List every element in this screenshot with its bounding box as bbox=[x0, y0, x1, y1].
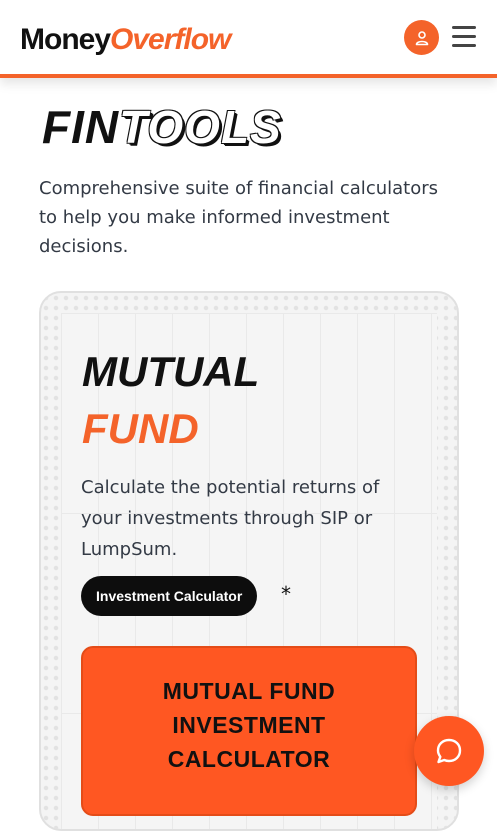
logo-part-money: Money bbox=[20, 23, 111, 56]
hamburger-menu-icon bbox=[452, 26, 476, 29]
page-title: FINTOOLS bbox=[42, 100, 282, 154]
logo-part-overflow: Overflow bbox=[110, 23, 231, 56]
page-description: Comprehensive suite of financial calcula… bbox=[39, 178, 438, 257]
user-icon bbox=[415, 30, 428, 45]
card-description: Calculate the potential returns of your … bbox=[81, 477, 380, 560]
page-title-tools: TOOLS bbox=[119, 101, 282, 153]
investment-calculator-tag[interactable]: Investment Calculator bbox=[81, 576, 258, 616]
user-account-button[interactable] bbox=[404, 20, 439, 55]
calculator-title-line1: MUTUAL FUND bbox=[162, 678, 336, 704]
site-header: MoneyOverflow bbox=[0, 0, 497, 78]
card-title-fund: FUND bbox=[82, 405, 199, 452]
hamburger-menu-button[interactable] bbox=[452, 26, 476, 48]
chat-button[interactable] bbox=[414, 716, 484, 786]
card-title-mutual: MUTUAL bbox=[82, 348, 260, 395]
chat-bubble-icon bbox=[436, 738, 462, 764]
calculator-title-line2: INVESTMENT bbox=[172, 712, 326, 738]
tag-asterisk: * bbox=[281, 582, 291, 606]
card-title: MUTUAL FUND bbox=[82, 346, 259, 455]
page-title-fin: FIN bbox=[42, 101, 120, 153]
logo[interactable]: MoneyOverflow bbox=[20, 22, 231, 58]
calculator-title: MUTUAL FUND INVESTMENT CALCULATOR bbox=[83, 674, 415, 776]
calculator-panel[interactable]: MUTUAL FUND INVESTMENT CALCULATOR bbox=[81, 646, 417, 816]
calculator-title-line3: CALCULATOR bbox=[167, 746, 331, 772]
